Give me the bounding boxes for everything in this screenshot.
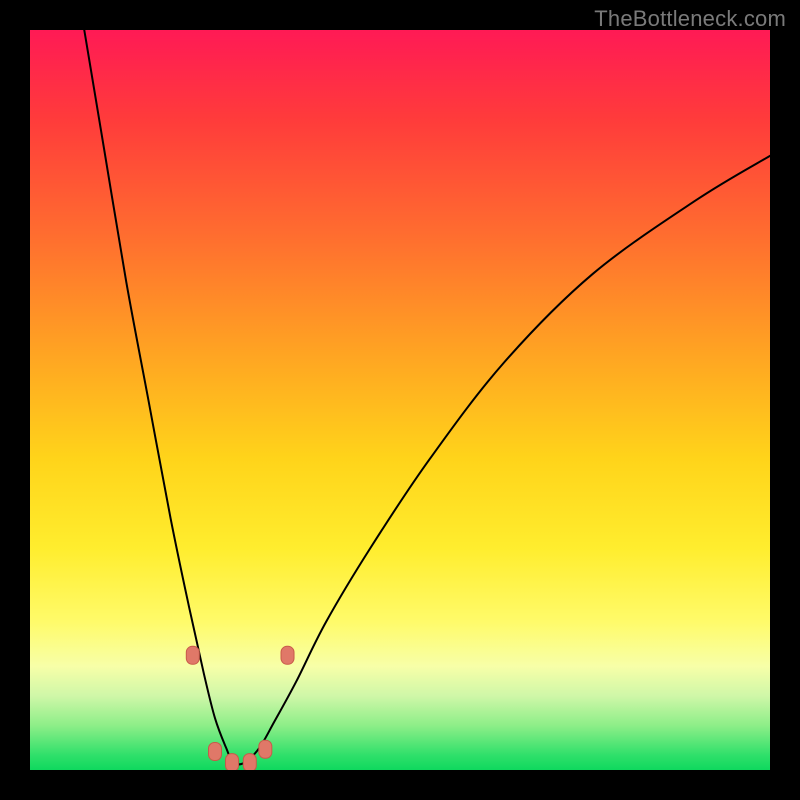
curve-marker (259, 740, 272, 758)
plot-area (30, 30, 770, 770)
chart-frame: TheBottleneck.com (0, 0, 800, 800)
curve-marker (209, 743, 222, 761)
watermark-text: TheBottleneck.com (594, 6, 786, 32)
curve-marker (281, 646, 294, 664)
curve-marker (243, 754, 256, 770)
bottleneck-curve (82, 30, 770, 764)
curve-svg (30, 30, 770, 770)
curve-marker (186, 646, 199, 664)
curve-marker (226, 754, 239, 770)
